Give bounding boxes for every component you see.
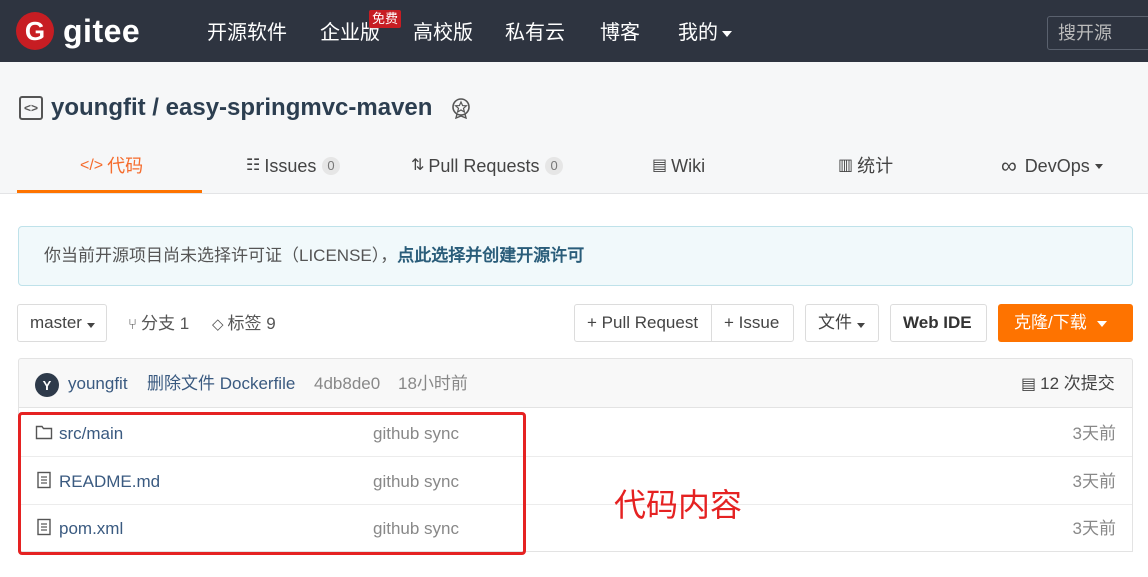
tab-code[interactable]: </> 代码: [80, 155, 143, 177]
web-ide-button[interactable]: Web IDE: [890, 304, 987, 342]
tab-stats[interactable]: ▥ 统计: [838, 155, 893, 177]
file-menu-button[interactable]: 文件: [805, 304, 879, 342]
wiki-icon: ▤: [652, 157, 668, 174]
clone-download-label: 克隆/下载: [1014, 313, 1087, 332]
commit-count-link[interactable]: ▤ 12 次提交: [1021, 373, 1115, 396]
top-nav: G gitee 开源软件 企业版 免费 高校版 私有云 博客 我的 搜开源: [0, 0, 1148, 62]
tab-devops-label: DevOps: [1024, 156, 1090, 176]
file-menu-label: 文件: [818, 313, 852, 332]
issues-icon: ☷: [246, 157, 261, 174]
repo-name[interactable]: youngfit / easy-springmvc-maven: [51, 94, 432, 122]
caret-down-icon: [857, 323, 865, 328]
tab-issues[interactable]: ☷ Issues 0: [246, 155, 340, 177]
commits-icon: ▤: [1021, 376, 1037, 393]
tab-code-label: 代码: [107, 156, 144, 176]
active-tab-indicator: [17, 190, 202, 193]
file-time: 3天前: [1072, 472, 1116, 491]
code-icon: </>: [80, 157, 104, 174]
repo-code-icon: <>: [19, 96, 43, 120]
caret-down-icon: [1094, 163, 1103, 169]
caret-down-icon: [86, 323, 95, 328]
branch-icon: ⑂: [128, 316, 138, 333]
tab-wiki-label: Wiki: [671, 156, 706, 176]
tab-issues-label: Issues: [264, 156, 317, 176]
file-time: 3天前: [1072, 424, 1116, 443]
nav-open-source[interactable]: 开源软件: [207, 21, 287, 45]
award-icon[interactable]: [450, 97, 472, 119]
clone-download-button[interactable]: 克隆/下载: [998, 304, 1133, 342]
free-badge: 免费: [369, 10, 402, 28]
tab-stats-label: 统计: [857, 156, 894, 176]
branches-label: 分支 1: [141, 314, 190, 333]
nav-blog[interactable]: 博客: [600, 21, 640, 45]
tags-label: 标签 9: [227, 314, 276, 333]
create-license-link[interactable]: 点此选择并创建开源许可: [397, 246, 584, 265]
repo-title-row: <> youngfit / easy-springmvc-maven: [19, 94, 472, 122]
nav-mine[interactable]: 我的: [678, 21, 732, 45]
new-issue-button[interactable]: + Issue: [711, 304, 794, 342]
tab-devops[interactable]: ∞ DevOps: [1001, 155, 1103, 177]
pull-request-icon: ⇅: [411, 157, 425, 174]
repo-header: [0, 62, 1148, 194]
new-pull-request-button[interactable]: + Pull Request: [574, 304, 712, 342]
nav-private-cloud[interactable]: 私有云: [505, 21, 565, 45]
branches-link[interactable]: ⑂ 分支 1: [128, 313, 189, 336]
tags-link[interactable]: ◇ 标签 9: [212, 313, 276, 336]
avatar[interactable]: Y: [35, 373, 59, 397]
gitee-logo[interactable]: G gitee: [16, 12, 140, 50]
devops-infinity-icon: ∞: [1001, 153, 1017, 178]
bar-chart-icon: ▥: [838, 157, 854, 174]
branch-select-label: master: [30, 313, 82, 332]
nav-mine-label: 我的: [678, 22, 718, 44]
caret-down-icon: [1096, 320, 1107, 327]
tab-pull-requests[interactable]: ⇅ Pull Requests 0: [411, 155, 563, 177]
pull-requests-count: 0: [545, 157, 563, 175]
commit-author[interactable]: youngfit: [68, 373, 128, 395]
logo-mark: G: [16, 12, 54, 50]
file-time: 3天前: [1072, 519, 1116, 538]
logo-text: gitee: [63, 12, 141, 49]
latest-commit-bar: Y youngfit 删除文件 Dockerfile 4db8de0 18小时前…: [18, 358, 1133, 408]
issues-count: 0: [322, 157, 340, 175]
nav-university[interactable]: 高校版: [413, 21, 473, 45]
highlight-box: [18, 412, 526, 555]
caret-down-icon: [722, 30, 732, 37]
license-notice: 你当前开源项目尚未选择许可证（LICENSE），点此选择并创建开源许可: [18, 226, 1133, 286]
tag-icon: ◇: [212, 316, 224, 333]
commit-time: 18小时前: [398, 374, 468, 393]
tab-pull-requests-label: Pull Requests: [428, 156, 540, 176]
annotation-label: 代码内容: [614, 487, 743, 523]
commit-count: 12 次提交: [1040, 374, 1115, 393]
tab-wiki[interactable]: ▤ Wiki: [652, 155, 705, 177]
license-notice-text: 你当前开源项目尚未选择许可证（LICENSE），: [44, 246, 398, 265]
commit-message[interactable]: 删除文件 Dockerfile: [147, 373, 295, 395]
search-input[interactable]: 搜开源: [1047, 16, 1148, 50]
branch-select[interactable]: master: [17, 304, 107, 342]
commit-hash[interactable]: 4db8de0: [314, 373, 380, 395]
